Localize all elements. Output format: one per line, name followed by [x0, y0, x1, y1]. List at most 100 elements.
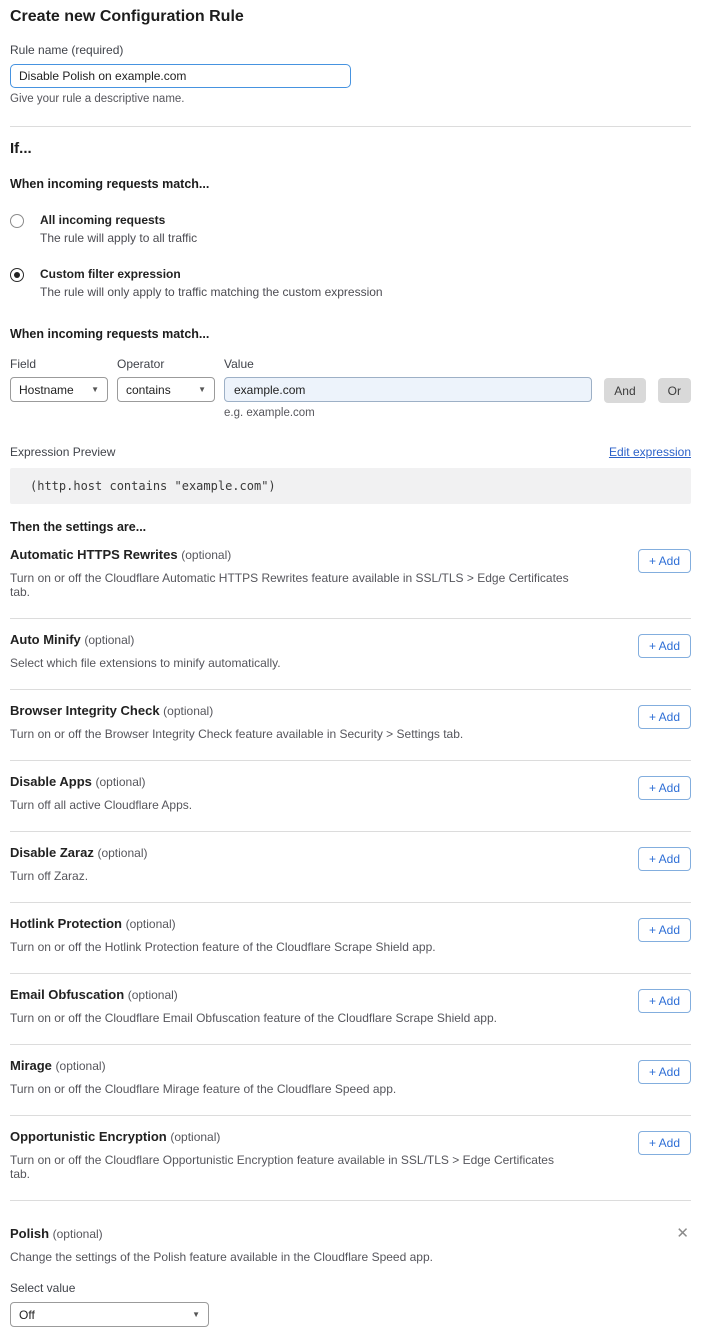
- operator-select-value: contains: [126, 383, 171, 397]
- builder-heading: When incoming requests match...: [10, 327, 691, 341]
- setting-title: Browser Integrity Check (optional): [10, 703, 463, 718]
- operator-label: Operator: [117, 357, 215, 371]
- setting-row: Disable Zaraz (optional) Turn off Zaraz.…: [10, 832, 691, 883]
- rule-name-section: Rule name (required) Give your rule a de…: [10, 43, 691, 105]
- operator-select[interactable]: contains ▼: [117, 377, 215, 402]
- setting-optional-label: (optional): [181, 548, 231, 562]
- add-button[interactable]: + Add: [638, 1131, 691, 1155]
- polish-setting-section: Polish (optional) ✕ Change the settings …: [10, 1201, 691, 1327]
- setting-name: Browser Integrity Check: [10, 703, 160, 718]
- setting-title: Opportunistic Encryption (optional): [10, 1129, 570, 1144]
- add-button[interactable]: + Add: [638, 918, 691, 942]
- setting-title: Auto Minify (optional): [10, 632, 281, 647]
- setting-row: Hotlink Protection (optional) Turn on or…: [10, 903, 691, 954]
- field-select-value: Hostname: [19, 383, 74, 397]
- add-button[interactable]: + Add: [638, 847, 691, 871]
- radio-option-custom-expression[interactable]: Custom filter expression The rule will o…: [10, 267, 691, 299]
- edit-expression-link[interactable]: Edit expression: [609, 445, 691, 459]
- setting-optional-label: (optional): [97, 846, 147, 860]
- setting-row: Mirage (optional) Turn on or off the Clo…: [10, 1045, 691, 1096]
- rule-name-input[interactable]: [10, 64, 351, 88]
- setting-name: Hotlink Protection: [10, 916, 122, 931]
- setting-name: Email Obfuscation: [10, 987, 124, 1002]
- setting-row: Opportunistic Encryption (optional) Turn…: [10, 1116, 691, 1181]
- setting-texts: Mirage (optional) Turn on or off the Clo…: [10, 1058, 396, 1096]
- setting-optional-label: (optional): [128, 988, 178, 1002]
- if-heading: If...: [10, 140, 691, 157]
- add-button[interactable]: + Add: [638, 776, 691, 800]
- setting-title: Disable Zaraz (optional): [10, 845, 147, 860]
- setting-description: Turn on or off the Cloudflare Automatic …: [10, 571, 570, 599]
- setting-optional-label: (optional): [96, 775, 146, 789]
- setting-title: Mirage (optional): [10, 1058, 396, 1073]
- setting-name: Opportunistic Encryption: [10, 1129, 167, 1144]
- setting-texts: Automatic HTTPS Rewrites (optional) Turn…: [10, 547, 570, 599]
- setting-optional-label: (optional): [56, 1059, 106, 1073]
- setting-description: Turn on or off the Cloudflare Email Obfu…: [10, 1011, 497, 1025]
- setting-optional-label: (optional): [126, 917, 176, 931]
- then-heading: Then the settings are...: [10, 520, 691, 534]
- field-select[interactable]: Hostname ▼: [10, 377, 108, 402]
- radio-button-icon[interactable]: [10, 268, 24, 282]
- setting-title: Hotlink Protection (optional): [10, 916, 436, 931]
- chevron-down-icon: ▼: [91, 385, 99, 394]
- setting-row: Automatic HTTPS Rewrites (optional) Turn…: [10, 534, 691, 599]
- setting-name: Auto Minify: [10, 632, 81, 647]
- or-button[interactable]: Or: [658, 378, 691, 403]
- add-button[interactable]: + Add: [638, 1060, 691, 1084]
- field-column: Field Hostname ▼: [10, 357, 108, 402]
- section-divider: [10, 126, 691, 127]
- value-column: Value e.g. example.com: [224, 357, 592, 419]
- setting-texts: Disable Zaraz (optional) Turn off Zaraz.: [10, 845, 147, 883]
- setting-optional-label: (optional): [84, 633, 134, 647]
- polish-value-select[interactable]: Off ▼: [10, 1302, 209, 1327]
- field-label: Field: [10, 357, 108, 371]
- rule-name-helper: Give your rule a descriptive name.: [10, 93, 691, 105]
- expression-code: (http.host contains "example.com"): [10, 468, 691, 504]
- add-button[interactable]: + Add: [638, 634, 691, 658]
- setting-description: Turn on or off the Hotlink Protection fe…: [10, 940, 436, 954]
- setting-description: Turn on or off the Browser Integrity Che…: [10, 727, 463, 741]
- settings-list: Automatic HTTPS Rewrites (optional) Turn…: [10, 534, 691, 1201]
- setting-description: Turn off Zaraz.: [10, 869, 147, 883]
- value-helper: e.g. example.com: [224, 407, 592, 419]
- setting-description: Turn on or off the Cloudflare Mirage fea…: [10, 1082, 396, 1096]
- setting-name: Polish: [10, 1226, 49, 1241]
- and-button[interactable]: And: [604, 378, 645, 403]
- add-button[interactable]: + Add: [638, 989, 691, 1013]
- expression-builder-row: Field Hostname ▼ Operator contains ▼ Val…: [10, 357, 691, 419]
- setting-texts: Opportunistic Encryption (optional) Turn…: [10, 1129, 570, 1181]
- radio-label: All incoming requests: [40, 213, 197, 227]
- setting-optional-label: (optional): [163, 704, 213, 718]
- match-heading: When incoming requests match...: [10, 177, 691, 191]
- setting-name: Disable Apps: [10, 774, 92, 789]
- setting-title: Polish (optional): [10, 1226, 103, 1241]
- select-value-label: Select value: [10, 1281, 691, 1295]
- chevron-down-icon: ▼: [198, 385, 206, 394]
- close-icon[interactable]: ✕: [674, 1226, 691, 1241]
- setting-name: Mirage: [10, 1058, 52, 1073]
- setting-description: Turn on or off the Cloudflare Opportunis…: [10, 1153, 570, 1181]
- radio-button-icon[interactable]: [10, 214, 24, 228]
- radio-label: Custom filter expression: [40, 267, 383, 281]
- setting-texts: Browser Integrity Check (optional) Turn …: [10, 703, 463, 741]
- chevron-down-icon: ▼: [192, 1310, 200, 1319]
- radio-description: The rule will only apply to traffic matc…: [40, 285, 383, 299]
- add-button[interactable]: + Add: [638, 549, 691, 573]
- setting-description: Change the settings of the Polish featur…: [10, 1250, 691, 1264]
- setting-description: Turn off all active Cloudflare Apps.: [10, 798, 192, 812]
- setting-title: Email Obfuscation (optional): [10, 987, 497, 1002]
- setting-name: Disable Zaraz: [10, 845, 94, 860]
- add-button[interactable]: + Add: [638, 705, 691, 729]
- value-input[interactable]: [224, 377, 592, 402]
- setting-row: Email Obfuscation (optional) Turn on or …: [10, 974, 691, 1025]
- value-label: Value: [224, 357, 592, 371]
- setting-row: Disable Apps (optional) Turn off all act…: [10, 761, 691, 812]
- operator-column: Operator contains ▼: [117, 357, 215, 402]
- radio-option-all-requests[interactable]: All incoming requests The rule will appl…: [10, 213, 691, 245]
- setting-description: Select which file extensions to minify a…: [10, 656, 281, 670]
- setting-texts: Auto Minify (optional) Select which file…: [10, 632, 281, 670]
- expression-preview-label: Expression Preview: [10, 445, 115, 459]
- setting-optional-label: (optional): [170, 1130, 220, 1144]
- setting-title: Disable Apps (optional): [10, 774, 192, 789]
